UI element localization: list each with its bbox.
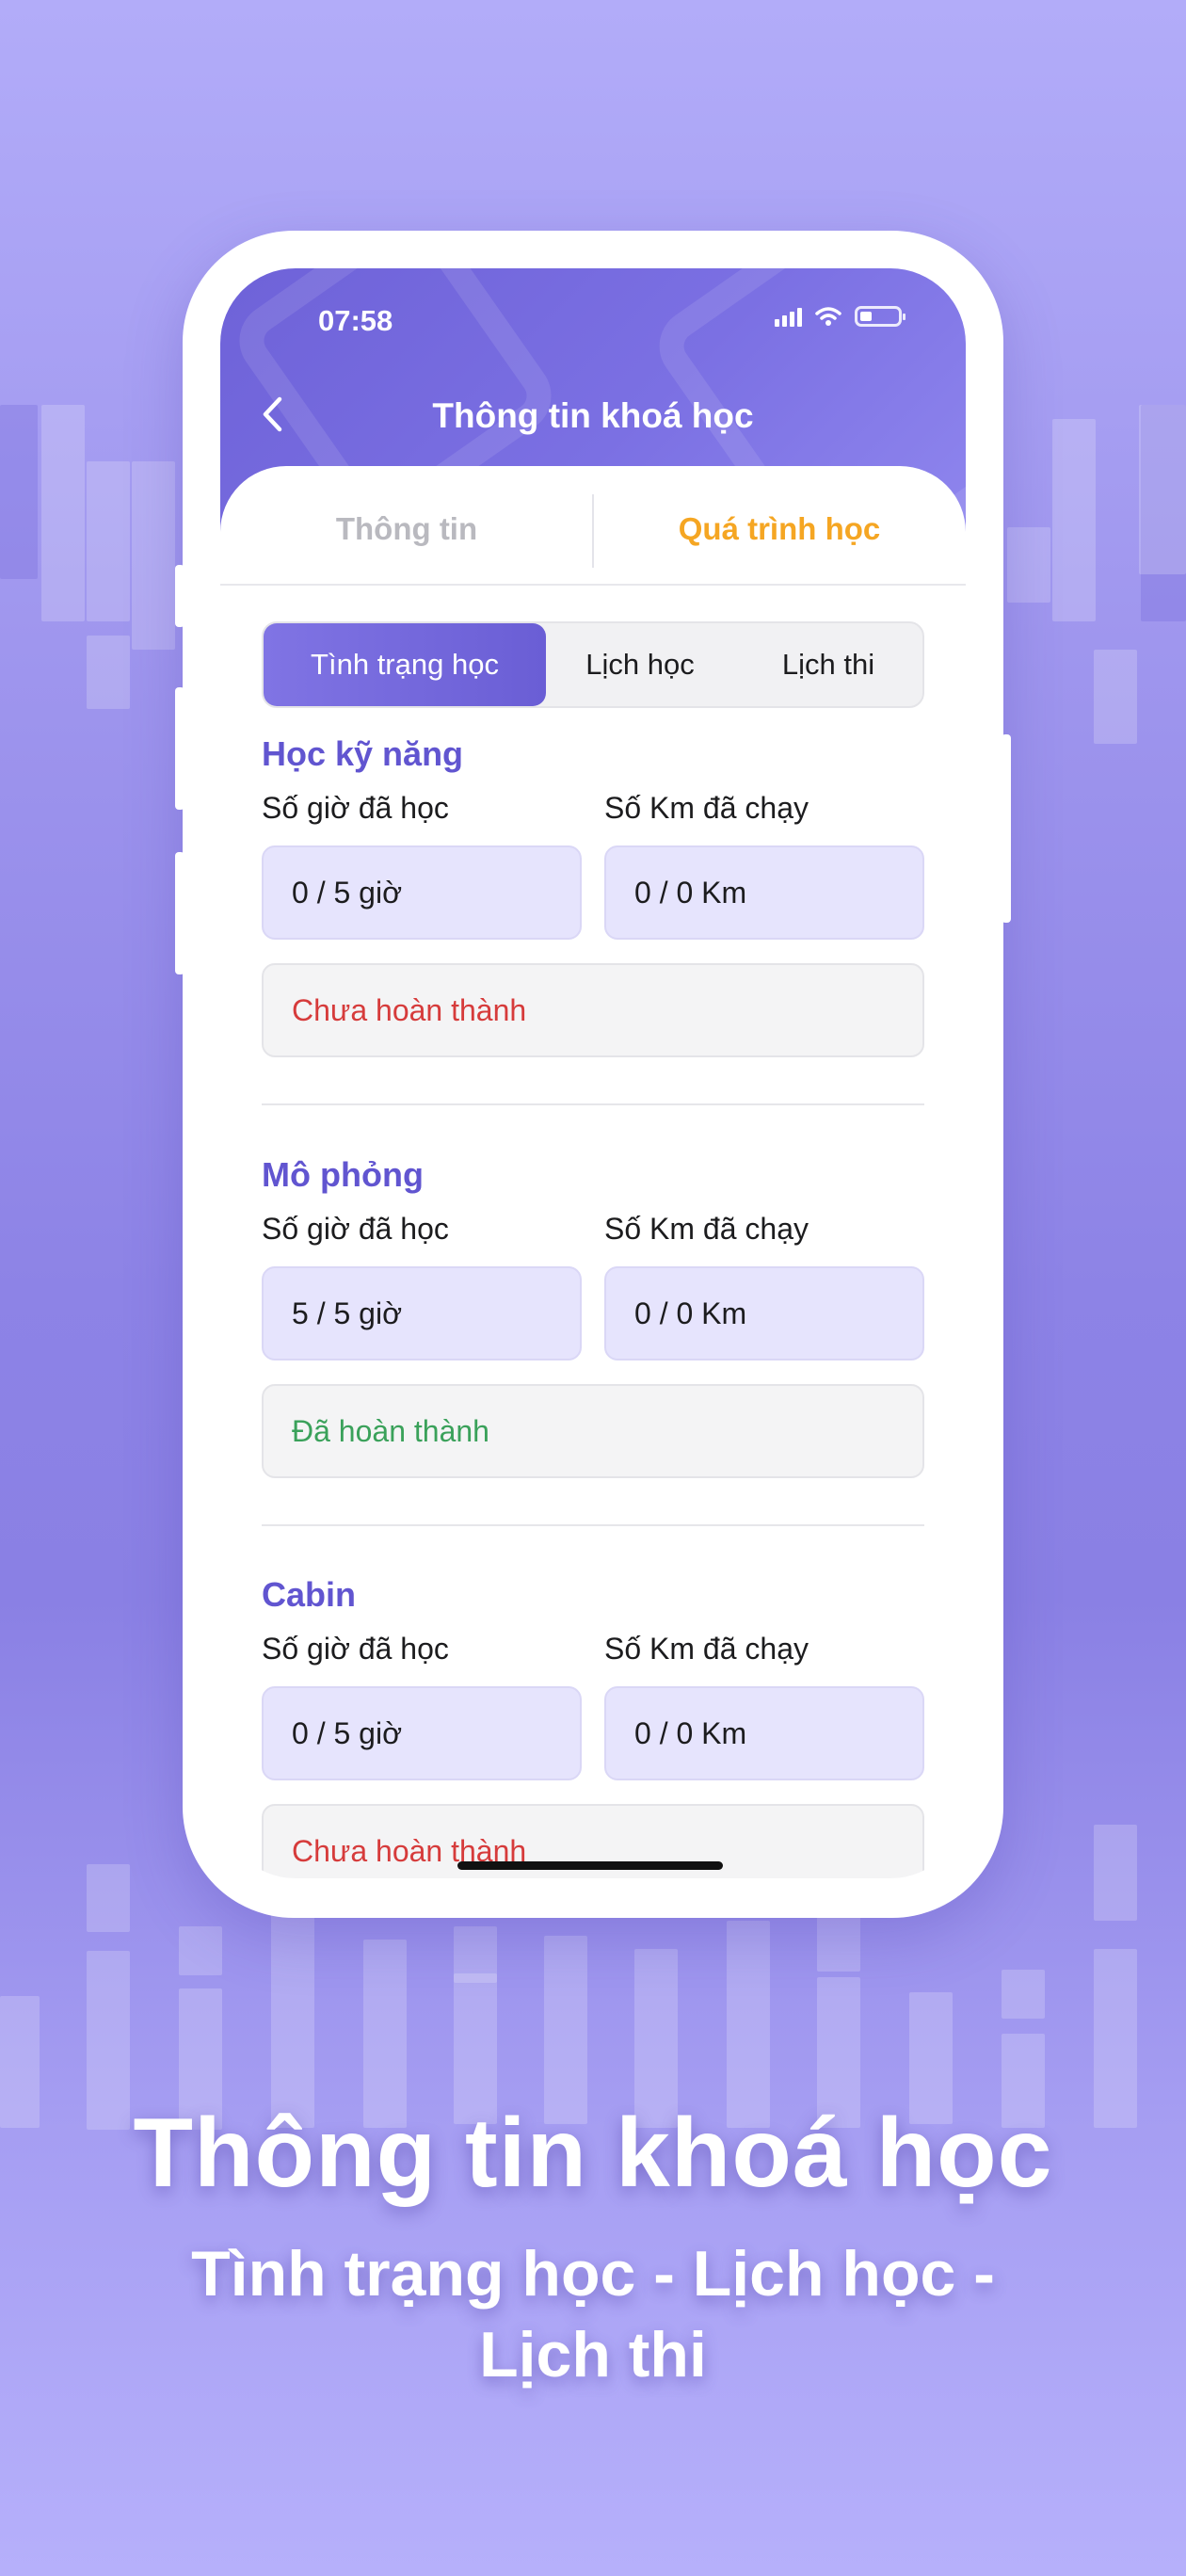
promo-title: Thông tin khoá học [133, 2099, 1053, 2208]
hours-value: 0 / 5 giờ [262, 1686, 582, 1780]
hours-label: Số giờ đã học [262, 791, 449, 825]
hours-label: Số giờ đã học [262, 1632, 449, 1666]
km-value: 0 / 0 Km [604, 1686, 924, 1780]
status-time: 07:58 [318, 304, 393, 337]
hours-value: 5 / 5 giờ [262, 1266, 582, 1360]
km-label: Số Km đã chạy [604, 1632, 809, 1666]
section-title: Học kỹ năng [262, 734, 464, 773]
completion-status: Đã hoàn thành [262, 1384, 924, 1478]
segmented-control: Tình trạng học Lịch học Lịch thi [262, 621, 924, 708]
promo-subtitle: Tình trạng học - Lịch học - Lịch thi [0, 2233, 1186, 2395]
phone-frame: 07:58 Thông tin khoá học Thông tin Quá t… [175, 231, 1011, 1918]
section-title: Cabin [262, 1575, 357, 1614]
status-icons [775, 306, 906, 327]
divider [262, 1524, 924, 1526]
hours-label: Số giờ đã học [262, 1212, 449, 1246]
km-label: Số Km đã chạy [604, 791, 809, 825]
km-value: 0 / 0 Km [604, 845, 924, 940]
phone-side-button [175, 687, 184, 810]
promo-subtitle-line: Lịch thi [479, 2319, 707, 2391]
home-indicator [457, 1861, 723, 1870]
page-title: Thông tin khoá học [432, 396, 754, 435]
phone-side-button [1002, 734, 1011, 923]
km-value: 0 / 0 Km [604, 1266, 924, 1360]
segment-schedule[interactable]: Lịch học [546, 623, 734, 706]
promo-subtitle-line: Tình trạng học - Lịch học - [191, 2238, 995, 2310]
cellular-signal-icon [775, 306, 802, 327]
tab-learning-progress[interactable]: Quá trình học [593, 511, 966, 547]
content-card: Thông tin Quá trình học Tình trạng học L… [220, 466, 966, 1878]
battery-icon [855, 306, 906, 327]
hours-value: 0 / 5 giờ [262, 845, 582, 940]
phone-side-button [175, 852, 184, 974]
segment-learning-status[interactable]: Tình trạng học [264, 623, 546, 706]
divider [262, 1103, 924, 1105]
tab-bar: Thông tin Quá trình học [220, 466, 966, 586]
km-label: Số Km đã chạy [604, 1212, 809, 1246]
app-screen: 07:58 Thông tin khoá học Thông tin Quá t… [220, 268, 966, 1878]
tab-info[interactable]: Thông tin [220, 511, 593, 547]
wifi-icon [815, 307, 841, 326]
segment-exam-schedule[interactable]: Lịch thi [734, 623, 922, 706]
completion-status: Chưa hoàn thành [262, 963, 924, 1057]
section-title: Mô phỏng [262, 1155, 424, 1194]
phone-side-button [175, 565, 184, 627]
